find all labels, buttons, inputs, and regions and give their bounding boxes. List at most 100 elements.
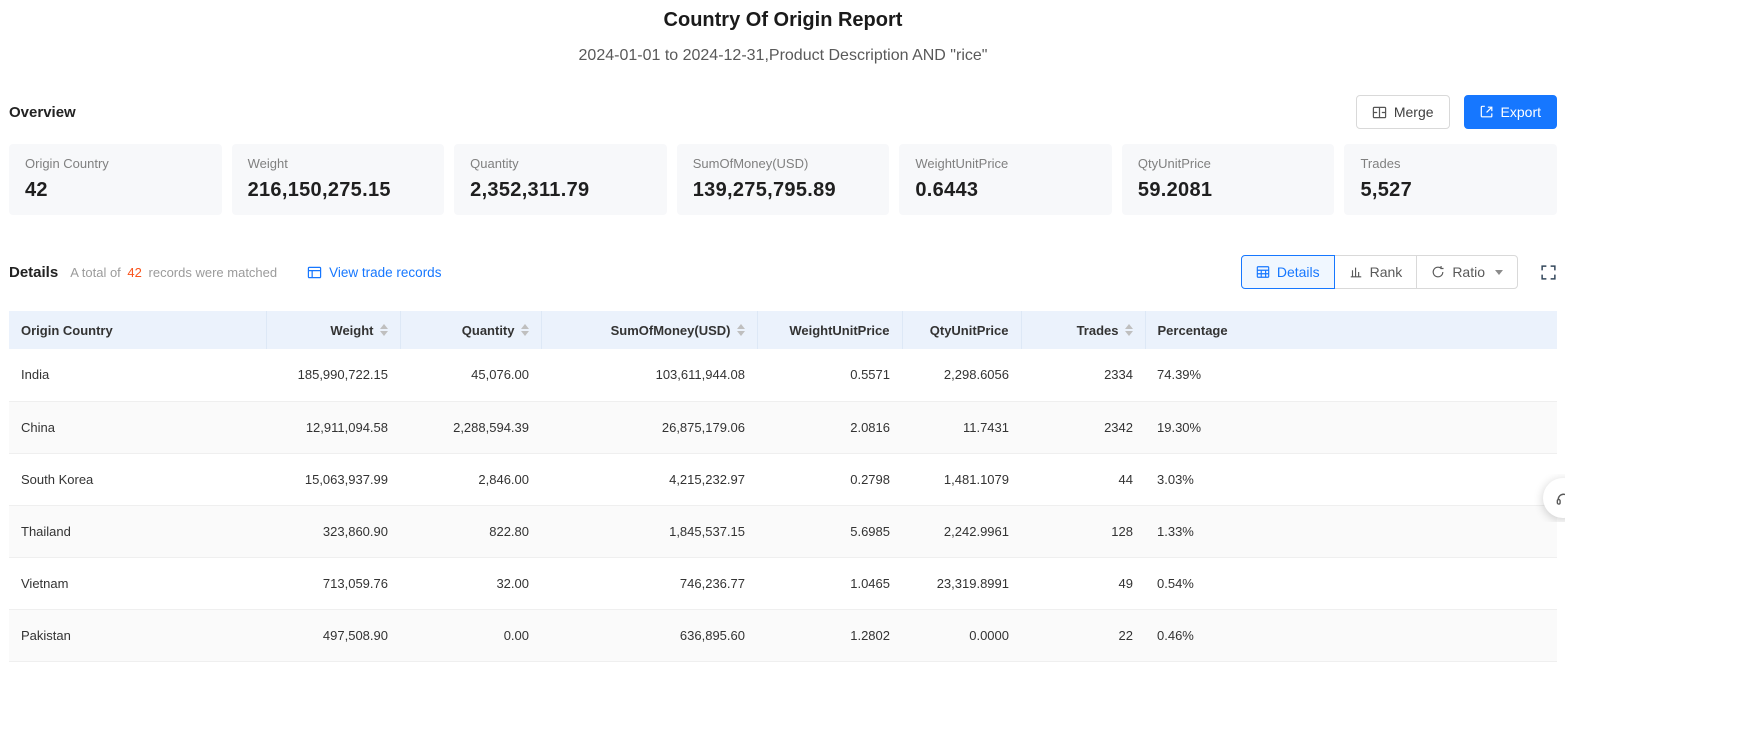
value-cell: 22: [1021, 609, 1145, 662]
tab-ratio[interactable]: Ratio: [1416, 255, 1518, 289]
view-trade-records-label: View trade records: [329, 264, 442, 280]
export-button[interactable]: Export: [1463, 95, 1557, 129]
country-cell: Pakistan: [9, 609, 266, 662]
column-label: WeightUnitPrice: [789, 322, 890, 338]
column-label: Trades: [1076, 322, 1119, 338]
matched-records-text: A total of 42 records were matched: [70, 265, 277, 280]
value-cell: 185,990,722.15: [266, 349, 400, 402]
stat-card: SumOfMoney(USD) 139,275,795.89: [676, 144, 890, 215]
column-header: Origin Country: [9, 311, 267, 349]
value-cell: 1.0465: [757, 557, 902, 610]
stat-card-value: 0.6443: [915, 179, 979, 201]
table-row[interactable]: China 12,911,094.58 2,288,594.39 26,875,179…: [9, 401, 1557, 454]
value-cell: 103,611,944.08: [541, 349, 757, 402]
value-cell: 11.7431: [902, 401, 1021, 454]
value-cell: 12,911,094.58: [266, 401, 400, 454]
value-cell: 2.0816: [757, 401, 902, 454]
value-cell: 2,288,594.39: [400, 401, 541, 454]
value-cell: 636,895.60: [541, 609, 757, 662]
column-label: Percentage: [1157, 322, 1228, 338]
merge-button[interactable]: Merge: [1355, 95, 1450, 129]
value-cell: 2,298.6056: [902, 349, 1021, 402]
column-label: Weight: [330, 322, 374, 338]
sort-carets-icon[interactable]: [1124, 324, 1133, 336]
column-header[interactable]: Quantity: [400, 311, 542, 349]
stat-card-label: Trades: [1360, 156, 1401, 171]
value-cell: 23,319.8991: [902, 557, 1021, 610]
chevron-down-icon: [1495, 269, 1503, 275]
value-cell: 128: [1021, 505, 1145, 558]
support-button[interactable]: [1543, 478, 1565, 518]
value-cell: 26,875,179.06: [541, 401, 757, 454]
table-row[interactable]: Pakistan 497,508.90 0.00 636,895.60 1.2802 0.…: [9, 609, 1557, 662]
value-cell: 1,481.1079: [902, 453, 1021, 506]
stat-card-value: 59.2081: [1137, 179, 1213, 201]
sort-carets-icon[interactable]: [736, 324, 745, 336]
value-cell: 713,059.76: [266, 557, 400, 610]
column-label: SumOfMoney(USD): [610, 322, 731, 338]
matched-prefix: A total of: [70, 264, 121, 280]
stat-card-label: QtyUnitPrice: [1137, 156, 1211, 171]
value-cell: 0.5571: [757, 349, 902, 402]
value-cell: 2,846.00: [400, 453, 541, 506]
cycle-icon: [1431, 265, 1445, 279]
column-label: Origin Country: [21, 322, 113, 338]
table-body: India 185,990,722.15 45,076.00 103,611,944.…: [9, 349, 1557, 662]
value-cell: 3.03%: [1145, 453, 1557, 506]
value-cell: 323,860.90: [266, 505, 400, 558]
value-cell: 746,236.77: [541, 557, 757, 610]
value-cell: 1.33%: [1145, 505, 1557, 558]
stat-card: Weight 216,150,275.15: [231, 144, 445, 215]
column-header[interactable]: Trades: [1021, 311, 1146, 349]
value-cell: 2334: [1021, 349, 1145, 402]
overview-heading: Overview: [9, 103, 76, 121]
sort-carets-icon[interactable]: [379, 324, 388, 336]
column-header[interactable]: SumOfMoney(USD): [541, 311, 758, 349]
merge-button-label: Merge: [1393, 104, 1434, 120]
details-table: Origin Country Weight Quantity SumOfMone…: [9, 311, 1557, 662]
expand-icon: [1540, 264, 1557, 281]
page-title: Country Of Origin Report: [663, 9, 903, 31]
stat-card-value: 42: [25, 179, 48, 201]
value-cell: 44: [1021, 453, 1145, 506]
value-cell: 74.39%: [1145, 349, 1557, 402]
export-icon: [1480, 105, 1494, 119]
sort-carets-icon[interactable]: [520, 324, 529, 336]
column-header: Percentage: [1145, 311, 1557, 349]
column-header: WeightUnitPrice: [757, 311, 903, 349]
fullscreen-button[interactable]: [1540, 264, 1557, 281]
value-cell: 5.6985: [757, 505, 902, 558]
country-cell: China: [9, 401, 266, 454]
tab-details[interactable]: Details: [1240, 255, 1335, 289]
stat-card-label: SumOfMoney(USD): [692, 156, 809, 171]
value-cell: 0.00: [400, 609, 541, 662]
value-cell: 0.0000: [902, 609, 1021, 662]
value-cell: 19.30%: [1145, 401, 1557, 454]
column-label: Quantity: [461, 322, 515, 338]
stat-card-value: 216,150,275.15: [247, 179, 391, 201]
view-trade-records-link[interactable]: View trade records: [307, 265, 441, 280]
overview-cards: Origin Country 42 Weight 216,150,275.15 …: [9, 144, 1558, 215]
overview-bar: Overview Merge Export: [9, 95, 1557, 129]
stat-card: WeightUnitPrice 0.6443: [899, 144, 1112, 215]
column-header[interactable]: Weight: [266, 311, 401, 349]
stat-card-value: 139,275,795.89: [692, 179, 836, 201]
column-header: QtyUnitPrice: [902, 311, 1022, 349]
tab-rank[interactable]: Rank: [1333, 255, 1418, 289]
country-cell: Thailand: [9, 505, 266, 558]
view-switcher: Details Rank Ratio: [1240, 255, 1518, 289]
table-row[interactable]: Thailand 323,860.90 822.80 1,845,537.15 5.69…: [9, 505, 1557, 558]
merge-cells-icon: [1372, 105, 1387, 120]
value-cell: 0.54%: [1145, 557, 1557, 610]
bar-chart-icon: [1349, 265, 1363, 279]
details-bar: Details A total of 42 records were match…: [9, 255, 1557, 289]
value-cell: 0.46%: [1145, 609, 1557, 662]
value-cell: 497,508.90: [266, 609, 400, 662]
table-row[interactable]: Vietnam 713,059.76 32.00 746,236.77 1.0465 23…: [9, 557, 1557, 610]
report-page: Country Of Origin Report 2024-01-01 to 2…: [9, 0, 1558, 662]
table-row[interactable]: India 185,990,722.15 45,076.00 103,611,944.…: [9, 349, 1557, 402]
table-row[interactable]: South Korea 15,063,937.99 2,846.00 4,215,23…: [9, 453, 1557, 506]
stat-card-label: Quantity: [470, 156, 519, 171]
stat-card: Quantity 2,352,311.79: [454, 144, 667, 215]
matched-suffix: records were matched: [148, 264, 278, 280]
